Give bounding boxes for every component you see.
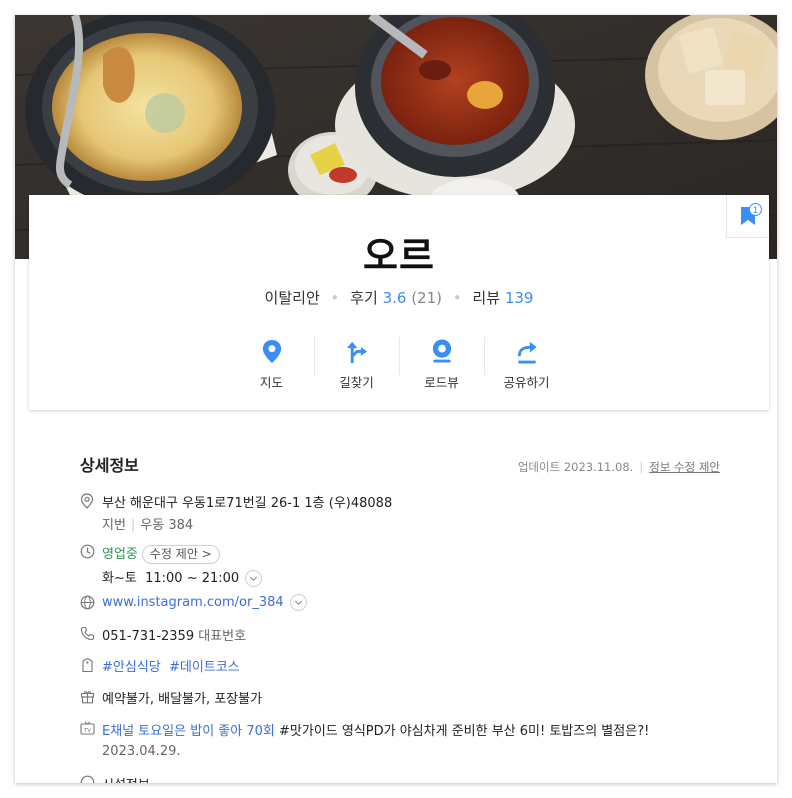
map-label: 지도 [259,375,283,390]
roadview-label: 로드뷰 [424,375,459,390]
facilities-text: 예약불가, 배달불가, 포장불가 [102,692,263,707]
tv-line: E채널 토요일은 밥이 좋아 70회 #맛가이드 영식PD가 야심차게 준비한 … [102,720,649,739]
category-label: 이탈리안 [264,289,320,307]
facility-info-row: 시설정보 [80,774,720,783]
tags-line: #안심식당 #데이트코스 [102,656,240,675]
place-summary-panel: 1 오르 이탈리안 • 후기 3.6 (21) • 리뷰 139 지도 길찾기 … [29,195,769,410]
details-section: 상세정보 업데이트 2023.11.08. | 정보 수정 제안 [80,452,720,476]
details-title: 상세정보 [80,456,139,475]
hours-line: 화~토 11:00 ~ 21:00 [102,567,263,587]
tag-link[interactable]: #안심식당 [102,660,161,675]
globe-icon [80,595,95,610]
hours-time: 11:00 ~ 21:00 [145,571,240,586]
updated-date: 업데이트 2023.11.08. [517,460,634,474]
blog-review-link[interactable]: 리뷰 139 [472,289,533,307]
suggest-edit-link[interactable]: 정보 수정 제안 [649,460,720,474]
website-link[interactable]: www.instagram.com/or_384 [102,595,284,610]
tag-link[interactable]: #데이트코스 [169,660,240,675]
bookmark-count-badge: 1 [749,203,762,216]
separator-dot: • [330,289,340,307]
divider: | [639,460,644,474]
lot-label: 지번 [102,518,126,533]
hours-days: 화~토 [102,571,137,586]
svg-text:TV: TV [83,728,91,734]
directions-button[interactable]: 길찾기 [314,335,399,391]
map-pin-icon [262,339,281,364]
share-label: 공유하기 [503,375,550,390]
details-meta: 업데이트 2023.11.08. | 정보 수정 제안 [518,459,720,475]
place-meta: 이탈리안 • 후기 3.6 (21) • 리뷰 139 [29,287,769,308]
directions-icon [346,341,367,364]
place-name: 오르 [363,234,435,278]
rating-count: (21) [411,289,442,307]
facility-info-title: 시설정보 [102,774,150,783]
phone-number[interactable]: 051-731-2359 [102,629,194,644]
info-icon [80,775,95,783]
tv-date: 2023.04.29. [102,744,181,759]
website-line: www.instagram.com/or_384 [102,594,307,611]
gift-icon [80,691,95,704]
phone-label: 대표번호 [198,629,247,644]
blog-review-count: 139 [504,289,534,307]
status-line: 영업중 수정 제안 > [102,543,220,564]
rating-value: 3.6 [382,289,407,307]
action-bar: 지도 길찾기 로드뷰 공유하기 [229,335,569,395]
review-link[interactable]: 후기 3.6 (21) [350,289,447,307]
review-label: 후기 [350,289,378,307]
tv-show-link[interactable]: E채널 토요일은 밥이 좋아 70회 [102,724,275,739]
share-icon [517,341,537,364]
lot-address: 지번 | 우동 384 [102,514,193,533]
share-button[interactable]: 공유하기 [484,335,569,391]
blog-review-label: 리뷰 [472,289,501,307]
separator-dot: • [452,289,462,307]
phone-icon [80,626,95,641]
clock-icon [80,544,95,559]
divider: | [130,518,136,533]
details-header: 상세정보 업데이트 2023.11.08. | 정보 수정 제안 [80,452,720,476]
lot-value: 우동 384 [140,518,194,533]
hours-expand-button[interactable] [245,570,263,587]
edit-suggest-pill[interactable]: 수정 제안 > [141,545,220,564]
address-text: 부산 해운대구 우동1로71번길 26-1 1층 (우)48088 [102,496,393,511]
tv-icon: TV [80,721,95,735]
map-button[interactable]: 지도 [229,335,314,391]
tag-icon [82,657,93,673]
open-status: 영업중 [102,547,138,562]
phone-line: 051-731-2359 대표번호 [102,625,246,644]
tv-show-desc: #맛가이드 영식PD가 야심차게 준비한 부산 6미! 토밥즈의 별점은?! [279,724,650,739]
roadview-button[interactable]: 로드뷰 [399,335,484,391]
website-expand-button[interactable] [289,594,307,611]
location-icon [80,493,94,509]
directions-label: 길찾기 [339,375,374,390]
roadview-icon [432,339,451,363]
